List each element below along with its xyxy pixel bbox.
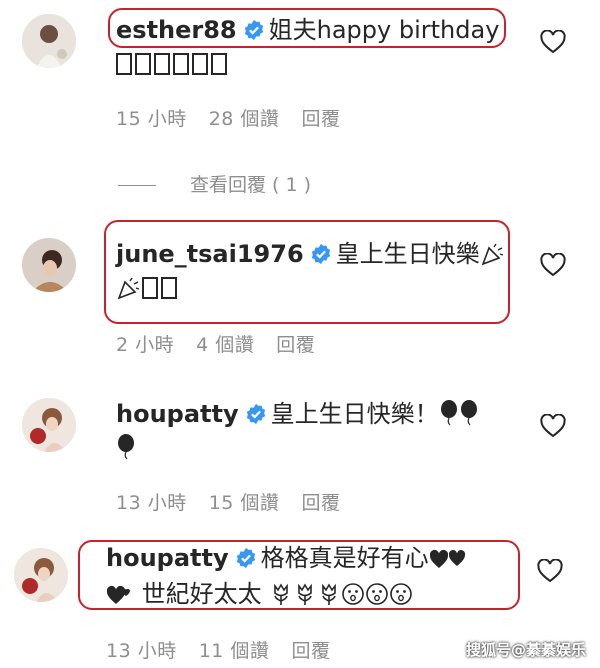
missing-glyph-icon xyxy=(211,53,227,75)
missing-glyph-icon xyxy=(116,53,132,75)
missing-glyph-icon xyxy=(192,53,208,75)
comment-meta: 13 小時 11 個讚 回覆 xyxy=(106,636,352,663)
verified-badge-icon xyxy=(235,547,257,569)
tulip-icon xyxy=(269,582,293,614)
comment-text: 皇上生日快樂！ xyxy=(270,400,439,428)
timestamp: 13 小時 xyxy=(116,492,187,514)
comment-line-1: esther88 姐夫happy birthday xyxy=(116,14,499,46)
timestamp: 13 小時 xyxy=(106,640,177,662)
comment-text: 姐夫happy birthday xyxy=(268,16,500,44)
comment-text: 皇上生日快樂 xyxy=(335,240,480,268)
comment-meta: 2 小時 4 個讚 回覆 xyxy=(116,330,337,357)
verified-badge-icon xyxy=(245,403,267,425)
reply-button[interactable]: 回覆 xyxy=(301,108,340,130)
comment-line-2: 世紀好太太 xyxy=(106,578,413,614)
comment-line-1: houpatty 格格真是好有心 xyxy=(106,542,469,578)
username[interactable]: houpatty xyxy=(116,400,239,428)
missing-glyph-icon xyxy=(173,53,189,75)
verified-badge-icon xyxy=(243,19,265,41)
view-replies-button[interactable]: 查看回覆 ( 1 ) xyxy=(118,170,311,197)
timestamp: 2 小時 xyxy=(116,334,175,356)
comment-text: 格格真是好有心 xyxy=(260,544,429,572)
missing-glyph-icon xyxy=(142,277,158,299)
view-replies-label: 查看回覆 ( 1 ) xyxy=(190,174,312,196)
two-hearts-icon xyxy=(429,546,469,578)
reply-button[interactable]: 回覆 xyxy=(301,492,340,514)
verified-badge-icon xyxy=(310,243,332,265)
avatar-esther88[interactable] xyxy=(22,14,76,68)
likes-count[interactable]: 11 個讚 xyxy=(199,640,270,662)
tulip-icon xyxy=(293,582,317,614)
comment-line-1: june_tsai1976 皇上生日快樂 xyxy=(116,238,506,274)
missing-glyph-icon xyxy=(161,277,177,299)
username[interactable]: esther88 xyxy=(116,16,237,44)
heart-icon[interactable] xyxy=(540,414,566,438)
balloon-icon xyxy=(459,400,479,434)
watermark: 搜狐号@綦綦娱乐 xyxy=(465,641,586,659)
missing-glyph-icon xyxy=(135,53,151,75)
username[interactable]: june_tsai1976 xyxy=(116,240,304,268)
divider xyxy=(118,185,156,186)
astonished-face-icon xyxy=(389,582,413,614)
balloon-icon xyxy=(116,434,136,468)
reply-button[interactable]: 回覆 xyxy=(291,640,330,662)
avatar-houpatty[interactable] xyxy=(22,398,76,452)
party-popper-icon xyxy=(480,242,506,274)
party-popper-icon xyxy=(116,276,142,308)
username[interactable]: houpatty xyxy=(106,544,229,572)
comment-meta: 13 小時 15 個讚 回覆 xyxy=(116,488,362,515)
comment-line-1: houpatty 皇上生日快樂！ xyxy=(116,398,479,434)
avatar-houpatty[interactable] xyxy=(14,548,68,602)
comment-line-2 xyxy=(116,48,230,80)
comment-line-2 xyxy=(116,432,136,468)
two-hearts-icon xyxy=(106,582,134,614)
tulip-icon xyxy=(317,582,341,614)
astonished-face-icon xyxy=(365,582,389,614)
comment-line-2 xyxy=(116,272,180,308)
likes-count[interactable]: 28 個讚 xyxy=(209,108,280,130)
timestamp: 15 小時 xyxy=(116,108,187,130)
astonished-face-icon xyxy=(341,582,365,614)
likes-count[interactable]: 15 個讚 xyxy=(209,492,280,514)
heart-icon[interactable] xyxy=(537,559,563,583)
missing-glyph-icon xyxy=(154,53,170,75)
reply-button[interactable]: 回覆 xyxy=(276,334,315,356)
comment-meta: 15 小時 28 個讚 回覆 xyxy=(116,104,362,131)
comment-text: 世紀好太太 xyxy=(141,580,262,608)
heart-icon[interactable] xyxy=(540,253,566,277)
likes-count[interactable]: 4 個讚 xyxy=(196,334,254,356)
avatar-june-tsai1976[interactable] xyxy=(22,238,76,292)
heart-icon[interactable] xyxy=(540,30,566,54)
balloon-icon xyxy=(439,400,459,434)
